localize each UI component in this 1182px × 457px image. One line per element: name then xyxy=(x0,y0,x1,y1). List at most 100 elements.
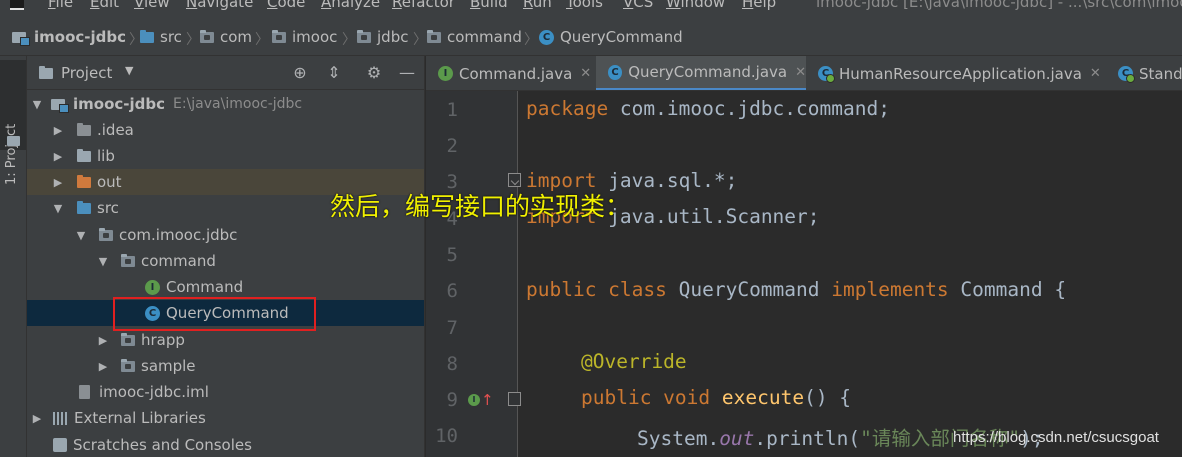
fold-marker-icon[interactable] xyxy=(508,173,521,187)
tree-item-scratches[interactable]: Scratches and Consoles xyxy=(27,432,424,457)
code-annotation: @Override xyxy=(581,350,687,373)
close-icon[interactable]: ✕ xyxy=(795,65,806,80)
breadcrumb-item-project[interactable]: imooc-jdbc xyxy=(12,28,126,46)
tree-item-sample[interactable]: ▶ sample xyxy=(27,353,424,379)
tree-collapse-icon[interactable]: ▶ xyxy=(52,150,64,163)
tree-item-hrapp[interactable]: ▶ hrapp xyxy=(27,327,424,353)
menu-edit[interactable]: Edit xyxy=(90,0,119,11)
menu-help[interactable]: Help xyxy=(742,0,776,11)
tab-querycommand-java[interactable]: C QueryCommand.java ✕ xyxy=(596,56,806,90)
menu-build[interactable]: Build xyxy=(470,0,508,11)
tree-item-label: src xyxy=(97,199,119,217)
tree-expand-icon[interactable]: ▼ xyxy=(52,202,64,215)
editor-gutter: 1 2 3 4 5 6 7 8 9 10 I ↑ xyxy=(426,91,521,457)
interface-icon: I xyxy=(438,66,453,81)
tree-item-idea[interactable]: ▶ .idea xyxy=(27,117,424,143)
code-line-9: public void execute() { xyxy=(581,386,851,409)
tab-label: Command.java xyxy=(459,64,573,83)
tree-item-path: E:\java\imooc-jdbc xyxy=(173,96,303,112)
red-highlight-box xyxy=(113,297,316,331)
breadcrumb-separator-icon: 〉 xyxy=(255,32,269,48)
tab-command-java[interactable]: I Command.java ✕ xyxy=(426,56,596,90)
file-icon xyxy=(79,385,90,399)
scratches-icon xyxy=(53,438,67,452)
menu-file[interactable]: File xyxy=(48,0,73,11)
code-text: System. xyxy=(637,427,720,450)
tree-item-command-package[interactable]: ▼ command xyxy=(27,248,424,274)
menu-tools[interactable]: Tools xyxy=(566,0,603,11)
tree-collapse-icon[interactable]: ▶ xyxy=(52,124,64,137)
tree-item-com-imooc-jdbc[interactable]: ▼ com.imooc.jdbc xyxy=(27,222,424,248)
tree-collapse-icon[interactable]: ▶ xyxy=(97,334,109,347)
code-editor[interactable]: 1 2 3 4 5 6 7 8 9 10 I ↑ package com.imoo… xyxy=(426,91,1182,457)
project-panel-title: Project xyxy=(61,64,113,82)
tree-item-iml[interactable]: imooc-jdbc.iml xyxy=(27,379,424,405)
line-number: 5 xyxy=(446,244,458,266)
tab-stand[interactable]: C Stand xyxy=(1106,56,1182,90)
tree-collapse-icon[interactable]: ▶ xyxy=(52,176,64,189)
code-line-6: public class QueryCommand implements Com… xyxy=(526,278,1066,301)
menu-refactor[interactable]: Refactor xyxy=(392,0,455,11)
code-text: Command { xyxy=(948,278,1067,301)
breadcrumb-label: QueryCommand xyxy=(560,28,683,46)
package-icon xyxy=(99,227,113,241)
tab-label: HumanResourceApplication.java xyxy=(839,64,1082,83)
project-tool-tab[interactable]: 1: Project xyxy=(0,60,26,185)
code-text: .println( xyxy=(754,427,861,450)
settings-gear-icon[interactable]: ⚙ xyxy=(363,62,385,84)
tree-item-label: .idea xyxy=(97,121,134,139)
intellij-logo-icon xyxy=(10,0,24,10)
tree-item-lib[interactable]: ▶ lib xyxy=(27,143,424,169)
video-subtitle: 然后，编写接口的实现类： xyxy=(330,192,631,221)
breadcrumb-separator-icon: 〉 xyxy=(413,32,427,48)
line-number: 2 xyxy=(446,135,458,157)
tree-item-project-root[interactable]: ▼ imooc-jdbc E:\java\imooc-jdbc xyxy=(27,91,424,117)
close-icon[interactable]: ✕ xyxy=(580,66,591,81)
close-icon[interactable]: ✕ xyxy=(1090,66,1101,81)
code-line-1: package com.imooc.jdbc.command; xyxy=(526,97,890,120)
tab-humanresourceapplication-java[interactable]: C HumanResourceApplication.java ✕ xyxy=(806,56,1106,90)
tree-item-label: com.imooc.jdbc xyxy=(119,226,238,244)
breadcrumb-item-command[interactable]: command xyxy=(427,28,522,46)
class-icon: C xyxy=(539,29,554,45)
tree-item-external-libraries[interactable]: ▶ External Libraries xyxy=(27,405,424,431)
breadcrumb-item-src[interactable]: src xyxy=(140,28,182,46)
code-keyword: package xyxy=(526,97,609,120)
minimize-icon[interactable]: — xyxy=(396,62,418,84)
menu-view[interactable]: View xyxy=(134,0,170,11)
project-view-selector[interactable]: Project xyxy=(39,64,112,82)
locate-icon[interactable]: ⊕ xyxy=(289,62,311,84)
line-number: 9 xyxy=(446,389,458,411)
code-method-name: execute xyxy=(721,386,805,409)
menu-vcs[interactable]: VCS xyxy=(623,0,653,11)
menu-window[interactable]: Window xyxy=(666,0,725,11)
chevron-down-icon[interactable]: ▼ xyxy=(125,64,133,77)
tree-expand-icon[interactable]: ▼ xyxy=(97,255,109,268)
breadcrumb-item-imooc[interactable]: imooc xyxy=(272,28,337,46)
override-gutter-icon[interactable]: I ↑ xyxy=(468,391,494,409)
breadcrumb-label: com xyxy=(220,28,253,46)
menu-code[interactable]: Code xyxy=(267,0,305,11)
fold-marker-icon[interactable] xyxy=(508,392,521,406)
breadcrumb-label: src xyxy=(160,28,182,46)
package-icon xyxy=(357,29,371,43)
tree-expand-icon[interactable]: ▼ xyxy=(31,98,43,111)
tree-collapse-icon[interactable]: ▶ xyxy=(97,360,109,373)
breadcrumb-item-querycommand[interactable]: C QueryCommand xyxy=(539,28,683,46)
breadcrumb-item-jdbc[interactable]: jdbc xyxy=(357,28,408,46)
line-number: 1 xyxy=(446,99,458,121)
menu-run[interactable]: Run xyxy=(523,0,552,11)
breadcrumb-item-com[interactable]: com xyxy=(200,28,252,46)
collapse-icon[interactable]: ⇕ xyxy=(323,62,345,84)
project-panel: Project ▼ ⊕ ⇕ ⚙ — ▼ imooc-jdbc E:\java\i… xyxy=(27,56,425,457)
tree-expand-icon[interactable]: ▼ xyxy=(75,229,87,242)
window-title: imooc-jdbc [E:\java\imooc-jdbc] - ...\sr… xyxy=(816,0,1182,11)
line-number: 10 xyxy=(435,425,458,447)
tree-item-label: Command xyxy=(166,278,244,296)
tree-item-label: External Libraries xyxy=(74,409,206,427)
line-number: 8 xyxy=(446,353,458,375)
menu-analyze[interactable]: Analyze xyxy=(321,0,380,11)
tree-collapse-icon[interactable]: ▶ xyxy=(31,412,43,425)
menu-navigate[interactable]: Navigate xyxy=(186,0,253,11)
excluded-folder-icon xyxy=(77,174,91,188)
